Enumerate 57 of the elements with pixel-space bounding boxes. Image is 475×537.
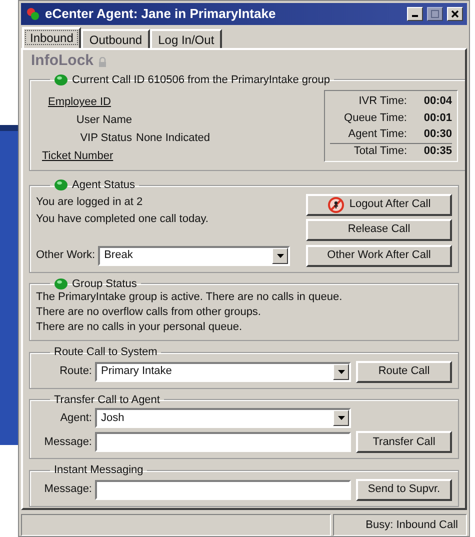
- app-icon: [25, 6, 41, 22]
- field-label: Message:: [43, 434, 92, 450]
- tab[interactable]: Inbound: [22, 26, 82, 48]
- field-link[interactable]: Employee ID: [48, 94, 111, 111]
- window-title: eCenter Agent: Jane in PrimaryIntake: [45, 5, 277, 24]
- tab[interactable]: Outbound: [81, 28, 150, 48]
- close-icon: [451, 10, 459, 18]
- maximize-icon: [431, 10, 439, 18]
- field-label: Message:: [43, 482, 92, 498]
- group-title: Current Call ID 610506 from the PrimaryIntake group: [72, 72, 330, 88]
- timer-label: Total Time:: [354, 144, 407, 160]
- timer-label: Agent Time:: [348, 127, 407, 142]
- group-title: Transfer Call to Agent: [54, 392, 160, 408]
- timer-value: 00:01: [422, 110, 452, 126]
- status-text: The PrimaryIntake group is active. There are no calls in queue.: [36, 290, 344, 306]
- group-title: Group Status: [72, 276, 137, 292]
- brand-name: InfoLock: [31, 51, 94, 72]
- status-light-icon: [54, 74, 68, 86]
- field-link[interactable]: Ticket Number: [42, 148, 114, 165]
- message-field[interactable]: [95, 480, 351, 500]
- field-label: Agent:: [59, 410, 92, 426]
- field-label: User Name: [76, 113, 132, 128]
- group-title: Agent Status: [72, 178, 135, 194]
- timer-label: IVR Time:: [358, 94, 407, 110]
- status-text: You are logged in at 2: [36, 194, 144, 210]
- status-text: There are no overflow calls from other groups.: [36, 305, 262, 320]
- minimize-button[interactable]: [407, 6, 423, 21]
- status-light-icon: [54, 278, 68, 290]
- field-label: Other Work:: [36, 248, 96, 264]
- action-button[interactable]: Other Work After Call: [306, 244, 452, 267]
- message-field[interactable]: [95, 432, 351, 452]
- route-call-button[interactable]: Route Call: [356, 360, 452, 383]
- group-title: Instant Messaging: [54, 463, 144, 478]
- action-button[interactable]: Release Call: [306, 218, 452, 241]
- minimize-icon: [412, 15, 418, 18]
- status-text: You have completed one call today.: [36, 212, 210, 227]
- status-text: There are no calls in your personal queue.: [36, 320, 244, 336]
- route-dropdown[interactable]: Primary Intake: [95, 362, 351, 382]
- timer-value: 00:30: [422, 127, 452, 142]
- maximize-button[interactable]: [427, 6, 443, 21]
- agent-dropdown[interactable]: Josh: [95, 408, 351, 428]
- timer-value: 00:04: [422, 94, 452, 110]
- group-title: Route Call to System: [54, 345, 158, 360]
- tab[interactable]: Log In/Out: [150, 28, 222, 48]
- status-text: Busy: Inbound Call: [366, 518, 458, 533]
- field-label: VIP Status: [80, 131, 132, 146]
- field-label: Route:: [58, 364, 92, 380]
- field-value: None Indicated: [136, 131, 210, 146]
- status-light-icon: [54, 179, 68, 192]
- timer-value: 00:35: [422, 144, 452, 160]
- transfer-call-button[interactable]: Transfer Call: [356, 431, 452, 454]
- timer-label: Queue Time:: [344, 110, 407, 126]
- close-button[interactable]: [447, 6, 463, 21]
- send-button[interactable]: Send to Supvr.: [356, 478, 452, 501]
- action-button[interactable]: Logout After Call: [306, 194, 452, 216]
- other-work-dropdown[interactable]: Break: [98, 246, 290, 266]
- lock-icon: [98, 56, 106, 67]
